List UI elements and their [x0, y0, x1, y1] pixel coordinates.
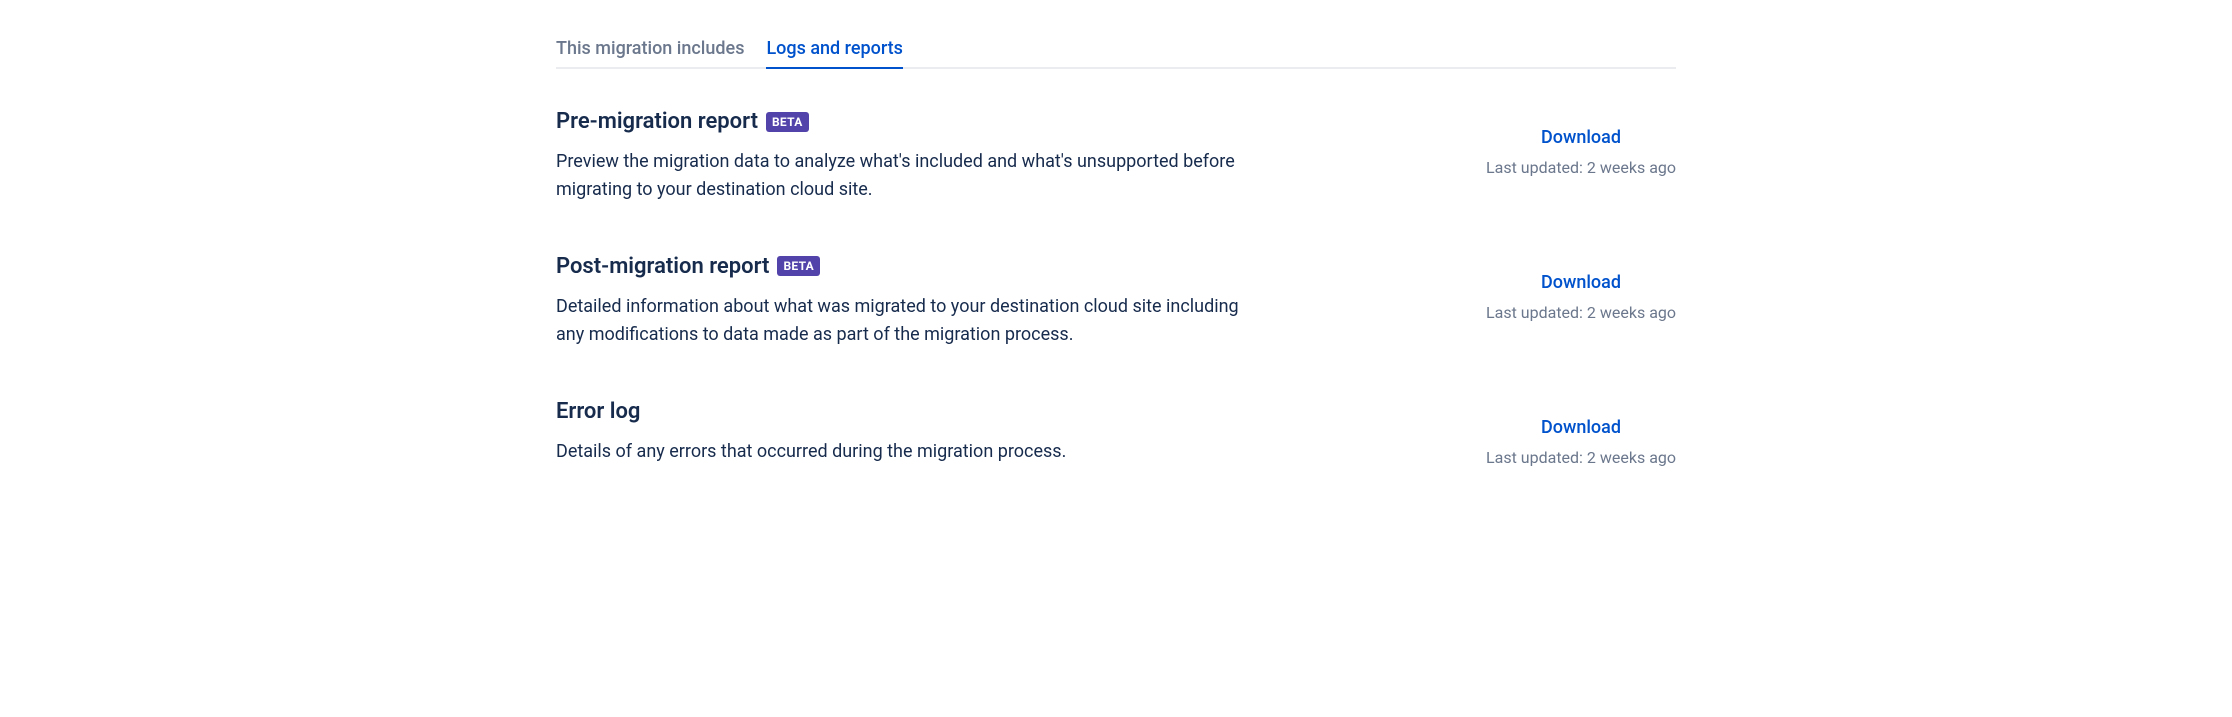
report-info: Post-migration report BETA Detailed info… [556, 254, 1256, 349]
tab-logs-reports[interactable]: Logs and reports [766, 30, 902, 69]
last-updated-text: Last updated: 2 weeks ago [1486, 303, 1676, 322]
report-actions: Download Last updated: 2 weeks ago [1486, 109, 1676, 177]
report-title-row: Post-migration report BETA [556, 254, 1256, 279]
download-link[interactable]: Download [1486, 127, 1676, 148]
report-description: Preview the migration data to analyze wh… [556, 148, 1256, 204]
report-actions: Download Last updated: 2 weeks ago [1486, 399, 1676, 467]
report-title-row: Error log [556, 399, 1256, 424]
report-title-row: Pre-migration report BETA [556, 109, 1256, 134]
report-pre-migration: Pre-migration report BETA Preview the mi… [556, 109, 1676, 204]
download-link[interactable]: Download [1486, 272, 1676, 293]
report-post-migration: Post-migration report BETA Detailed info… [556, 254, 1676, 349]
report-info: Error log Details of any errors that occ… [556, 399, 1256, 466]
download-link[interactable]: Download [1486, 417, 1676, 438]
report-title: Post-migration report [556, 254, 769, 279]
main-content: This migration includes Logs and reports… [556, 0, 1676, 557]
report-description: Details of any errors that occurred duri… [556, 438, 1256, 466]
beta-badge: BETA [777, 256, 820, 276]
report-title: Error log [556, 399, 640, 424]
report-title: Pre-migration report [556, 109, 758, 134]
tab-bar: This migration includes Logs and reports [556, 30, 1676, 69]
report-error-log: Error log Details of any errors that occ… [556, 399, 1676, 467]
last-updated-text: Last updated: 2 weeks ago [1486, 158, 1676, 177]
last-updated-text: Last updated: 2 weeks ago [1486, 448, 1676, 467]
beta-badge: BETA [766, 112, 809, 132]
tab-migration-includes[interactable]: This migration includes [556, 30, 744, 69]
report-description: Detailed information about what was migr… [556, 293, 1256, 349]
report-info: Pre-migration report BETA Preview the mi… [556, 109, 1256, 204]
report-actions: Download Last updated: 2 weeks ago [1486, 254, 1676, 322]
